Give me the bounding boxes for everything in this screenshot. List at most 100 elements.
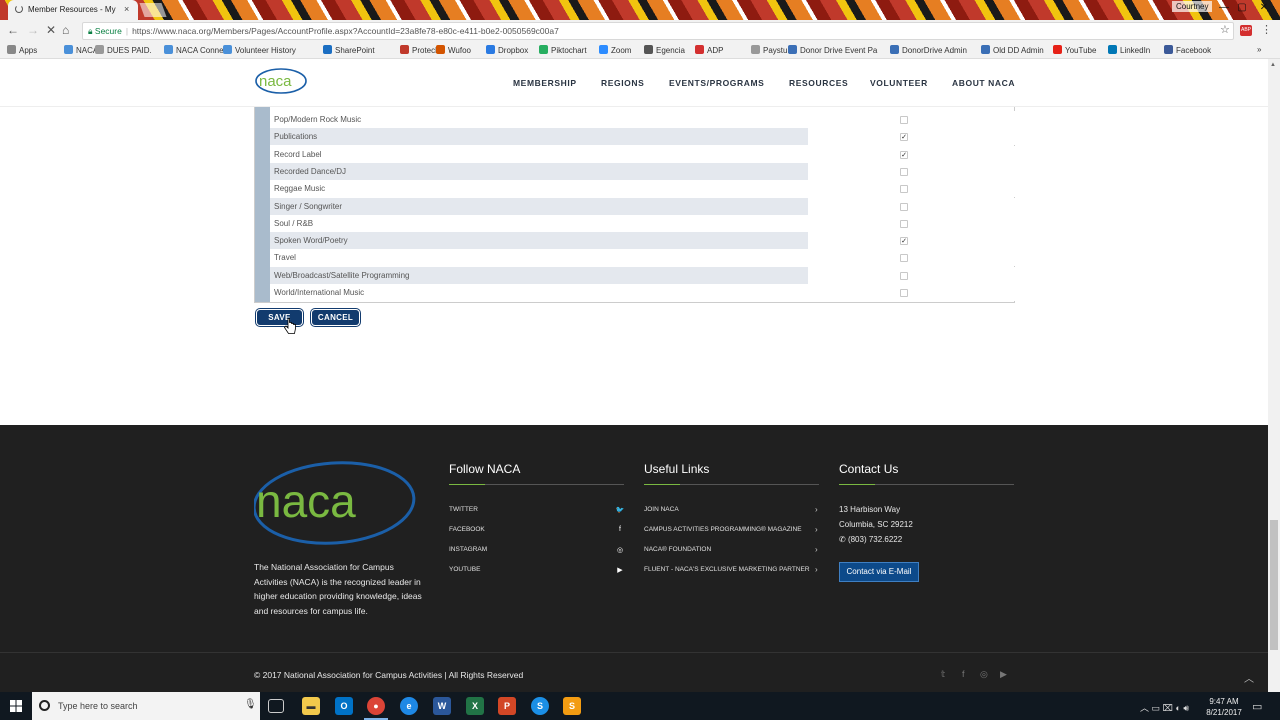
new-tab-button[interactable] xyxy=(139,3,167,17)
footer-youtube-icon[interactable]: ▶ xyxy=(1000,669,1007,680)
bookmark-favicon-icon xyxy=(1164,45,1173,54)
follow-link[interactable]: FACEBOOK xyxy=(449,526,485,533)
follow-link[interactable]: YOUTUBE xyxy=(449,566,480,573)
bookmark-item[interactable]: YouTube xyxy=(1053,45,1096,55)
scroll-up-arrow-icon[interactable]: ▲ xyxy=(1270,62,1276,68)
nav-membership[interactable]: MEMBERSHIP xyxy=(513,78,577,88)
bookmark-item[interactable]: Piktochart xyxy=(539,45,587,55)
forward-arrow-icon[interactable]: → xyxy=(27,23,39,37)
row-checkbox[interactable]: ✓ xyxy=(900,133,908,142)
row-label: Singer / Songwriter xyxy=(274,201,343,211)
bookmark-item[interactable]: Egencia xyxy=(644,45,685,55)
skype-icon[interactable]: S xyxy=(531,697,549,715)
useful-link[interactable]: NACA® FOUNDATION xyxy=(644,546,711,553)
stop-loading-icon[interactable]: ✕ xyxy=(46,23,56,37)
nav-resources[interactable]: RESOURCES xyxy=(789,78,848,88)
follow-link[interactable]: TWITTER xyxy=(449,506,478,513)
row-checkbox[interactable] xyxy=(900,167,908,176)
bookmark-item[interactable]: Paystub xyxy=(751,45,792,55)
taskbar-search-box[interactable]: Type here to search 🎙︎ xyxy=(32,692,260,720)
edge-icon[interactable]: e xyxy=(400,697,418,715)
microphone-icon[interactable]: 🎙︎ xyxy=(244,699,257,710)
system-tray-icons[interactable]: ︿ ▭ ⌧ ◐ 🔊︎ xyxy=(1140,701,1189,714)
chrome-icon[interactable]: ● xyxy=(367,697,385,715)
bookmark-item[interactable]: NACA Connect xyxy=(164,45,230,55)
bookmark-favicon-icon xyxy=(890,45,899,54)
row-checkbox[interactable] xyxy=(900,254,908,263)
notifications-icon[interactable]: ▭ xyxy=(1252,700,1262,713)
bookmarks-overflow-icon[interactable]: » xyxy=(1257,45,1261,54)
bookmark-item[interactable]: ADP xyxy=(695,45,723,55)
home-icon[interactable]: ⌂ xyxy=(62,23,69,37)
bookmark-item[interactable]: Donor Drive Event Pa xyxy=(788,45,877,55)
bookmark-item[interactable]: Wufoo xyxy=(436,45,471,55)
row-checkbox[interactable] xyxy=(900,271,908,280)
browser-menu-icon[interactable]: ⋮ xyxy=(1261,23,1272,36)
bookmark-item[interactable]: DUES PAID. xyxy=(95,45,152,55)
naca-logo[interactable]: naca xyxy=(254,67,308,97)
windows-start-icon[interactable] xyxy=(10,700,22,712)
useful-link[interactable]: FLUENT - NACA'S EXCLUSIVE MARKETING PART… xyxy=(644,566,810,573)
footer-instagram-icon[interactable]: ◎ xyxy=(980,669,988,680)
excel-icon[interactable]: X xyxy=(466,697,484,715)
nav-events-programs[interactable]: EVENTS/PROGRAMS xyxy=(669,78,764,88)
footer-facebook-icon[interactable]: f xyxy=(962,669,965,679)
back-to-top-icon[interactable]: ︿ xyxy=(1244,670,1254,685)
cancel-button[interactable]: CANCEL xyxy=(312,310,359,325)
nav-about-naca[interactable]: ABOUT NACA xyxy=(952,78,1015,88)
row-checkbox[interactable]: ✓ xyxy=(900,237,908,246)
browser-tab-active[interactable]: Member Resources - My xyxy=(8,0,138,20)
back-arrow-icon[interactable]: ← xyxy=(7,23,19,37)
contact-email-button[interactable]: Contact via E-Mail xyxy=(839,562,919,582)
minimize-button[interactable]: — xyxy=(1216,2,1232,13)
bookmark-item[interactable]: SharePoint xyxy=(323,45,375,55)
url-bar[interactable]: 🔒︎ Secure | https://www.naca.org/Members/P… xyxy=(82,22,1234,40)
tab-close-icon[interactable]: × xyxy=(124,4,129,14)
phone-number[interactable]: (803) 732.6222 xyxy=(848,535,902,544)
nav-volunteer[interactable]: VOLUNTEER xyxy=(870,78,928,88)
adblock-extension-icon[interactable]: ABP xyxy=(1240,25,1252,36)
bookmark-label: Donor Drive Event Pa xyxy=(800,46,878,55)
maximize-button[interactable]: ▢ xyxy=(1234,2,1250,13)
row-checkbox[interactable] xyxy=(900,202,908,211)
twitter-icon[interactable]: 🐦 xyxy=(615,506,625,514)
word-icon[interactable]: W xyxy=(433,697,451,715)
file-explorer-icon[interactable]: ▬ xyxy=(302,697,320,715)
window-close-button[interactable]: ✕ xyxy=(1256,2,1272,13)
row-checkbox[interactable] xyxy=(900,116,908,124)
bookmark-item[interactable]: Old DD Admin xyxy=(981,45,1044,55)
powerpoint-icon[interactable]: P xyxy=(498,697,516,715)
page-scrollbar-thumb[interactable] xyxy=(1270,520,1278,650)
footer-twitter-icon[interactable]: 𝕥 xyxy=(941,669,945,680)
task-view-icon[interactable] xyxy=(268,699,284,713)
bookmark-item[interactable]: Volunteer History xyxy=(223,45,296,55)
bookmark-item[interactable]: Apps xyxy=(7,45,37,55)
row-checkbox[interactable] xyxy=(900,289,908,297)
bookmark-star-icon[interactable]: ☆ xyxy=(1220,23,1230,36)
table-row: Soul / R&B xyxy=(270,214,1015,232)
bookmark-item[interactable]: NACA xyxy=(64,45,98,55)
row-checkbox[interactable] xyxy=(900,185,908,194)
bookmark-item[interactable]: DonorDrive Admin xyxy=(890,45,967,55)
table-row: Singer / Songwriter xyxy=(270,197,1015,215)
youtube-icon[interactable]: ▶ xyxy=(615,566,625,574)
useful-link[interactable]: CAMPUS ACTIVITIES PROGRAMMING® MAGAZINE xyxy=(644,526,802,533)
follow-link[interactable]: INSTAGRAM xyxy=(449,546,487,553)
instagram-icon[interactable]: ◎ xyxy=(615,546,625,554)
row-checkbox[interactable]: ✓ xyxy=(900,150,908,159)
snagit-icon[interactable]: S xyxy=(563,697,581,715)
bookmark-item[interactable]: Dropbox xyxy=(486,45,528,55)
bookmark-item[interactable]: LinkedIn xyxy=(1108,45,1150,55)
outlook-icon[interactable]: O xyxy=(335,697,353,715)
facebook-icon[interactable]: f xyxy=(615,526,625,533)
url-text: https://www.naca.org/Members/Pages/Accou… xyxy=(132,26,559,36)
bookmark-item[interactable]: Facebook xyxy=(1164,45,1211,55)
bookmark-item[interactable]: Zoom xyxy=(599,45,631,55)
useful-link[interactable]: JOIN NACA xyxy=(644,506,679,513)
svg-text:naca: naca xyxy=(259,73,292,90)
nav-regions[interactable]: REGIONS xyxy=(601,78,644,88)
browser-profile-name[interactable]: Courtney xyxy=(1172,1,1213,12)
row-checkbox[interactable] xyxy=(900,219,908,228)
taskbar-clock[interactable]: 9:47 AM 8/21/2017 xyxy=(1204,696,1244,718)
bookmark-item[interactable]: Protech xyxy=(400,45,440,55)
